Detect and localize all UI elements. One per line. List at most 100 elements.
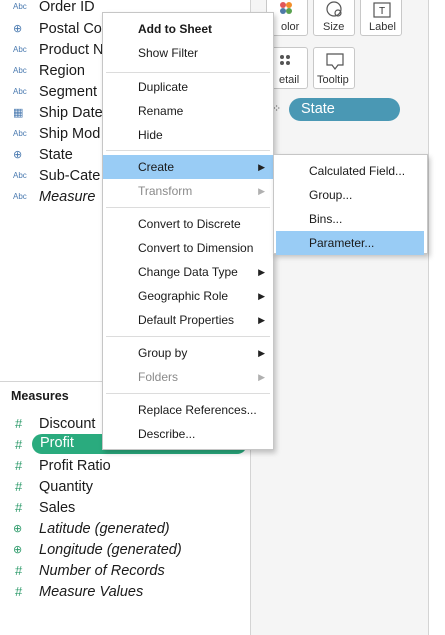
menu-replace-references[interactable]: Replace References... <box>103 398 273 422</box>
menu-transform: Transform ▶ <box>103 179 273 203</box>
tooltip-label: Tooltip <box>317 74 349 86</box>
chevron-right-icon: ▶ <box>258 186 265 196</box>
menu-convert-to-discrete[interactable]: Convert to Discrete <box>103 212 273 236</box>
menu-duplicate[interactable]: Duplicate <box>103 75 273 99</box>
detail-label: etail <box>279 74 300 86</box>
menu-change-data-type[interactable]: Change Data Type ▶ <box>103 260 273 284</box>
color-label: olor <box>281 21 300 33</box>
field-discount[interactable]: # Discount <box>0 413 95 434</box>
field-label: Quantity <box>39 478 93 495</box>
field-ship-mode[interactable]: Abc Ship Mod <box>0 123 100 144</box>
menu-add-to-sheet[interactable]: Add to Sheet <box>103 17 273 41</box>
field-product-name[interactable]: Abc Product N <box>0 39 103 60</box>
chevron-right-icon: ▶ <box>258 372 265 382</box>
hash-icon: # <box>15 584 23 599</box>
abc-icon: Abc <box>13 171 27 180</box>
field-label: Ship Date <box>39 104 103 121</box>
abc-icon: Abc <box>13 2 27 11</box>
svg-text:T: T <box>379 6 385 17</box>
chevron-right-icon: ▶ <box>258 315 265 325</box>
menu-separator <box>106 393 270 394</box>
field-label: Longitude (generated) <box>39 541 182 558</box>
globe-icon: ⊕ <box>13 544 23 556</box>
menu-default-properties[interactable]: Default Properties ▶ <box>103 308 273 332</box>
field-profit-ratio[interactable]: # Profit Ratio <box>0 455 111 476</box>
chevron-right-icon: ▶ <box>258 291 265 301</box>
field-longitude[interactable]: ⊕ Longitude (generated) <box>0 539 182 560</box>
menu-change-data-type-label: Change Data Type <box>138 265 238 279</box>
field-postal-code[interactable]: ⊕ Postal Co <box>0 18 102 39</box>
field-label: Sales <box>39 499 76 516</box>
globe-icon: ⊕ <box>13 149 23 161</box>
menu-create[interactable]: Create ▶ <box>103 155 273 179</box>
menu-separator <box>106 72 270 73</box>
field-latitude[interactable]: ⊕ Latitude (generated) <box>0 518 170 539</box>
context-menu: Add to Sheet Show Filter Duplicate Renam… <box>102 12 274 450</box>
calendar-icon: ▦ <box>13 107 24 119</box>
submenu-bins[interactable]: Bins... <box>274 207 427 231</box>
abc-icon: Abc <box>13 66 27 75</box>
globe-icon: ⊕ <box>13 23 23 35</box>
menu-geographic-role-label: Geographic Role <box>138 289 229 303</box>
field-state[interactable]: ⊕ State <box>0 144 73 165</box>
menu-separator <box>106 336 270 337</box>
field-order-id[interactable]: Abc Order ID <box>0 0 95 17</box>
submenu-parameter[interactable]: Parameter... <box>276 231 424 255</box>
field-label: Region <box>39 62 85 79</box>
field-number-of-records[interactable]: # Number of Records <box>0 560 165 581</box>
field-sub-category[interactable]: Abc Sub-Cate <box>0 165 100 186</box>
hash-icon: # <box>15 563 23 578</box>
pane-border <box>428 0 445 635</box>
menu-describe[interactable]: Describe... <box>103 422 273 446</box>
menu-default-properties-label: Default Properties <box>138 313 235 327</box>
menu-group-by-label: Group by <box>138 346 188 360</box>
field-measure-values[interactable]: # Measure Values <box>0 581 143 602</box>
menu-group-by[interactable]: Group by ▶ <box>103 341 273 365</box>
menu-convert-to-dimension[interactable]: Convert to Dimension <box>103 236 273 260</box>
state-pill[interactable]: State <box>289 98 400 121</box>
field-quantity[interactable]: # Quantity <box>0 476 93 497</box>
field-measure-names[interactable]: Abc Measure <box>0 186 95 207</box>
label-label: Label <box>369 21 396 33</box>
field-label: Discount <box>39 415 96 432</box>
size-label: Size <box>323 21 345 33</box>
chevron-right-icon: ▶ <box>258 348 265 358</box>
field-ship-date[interactable]: ▦ Ship Date <box>0 102 103 123</box>
menu-separator <box>106 207 270 208</box>
label-button[interactable]: T Label <box>360 0 402 36</box>
menu-hide[interactable]: Hide <box>103 123 273 147</box>
field-label: Sub-Cate <box>39 167 101 184</box>
marks-pane <box>250 0 445 635</box>
menu-geographic-role[interactable]: Geographic Role ▶ <box>103 284 273 308</box>
abc-icon: Abc <box>13 129 27 138</box>
field-segment[interactable]: Abc Segment <box>0 81 97 102</box>
field-label: Segment <box>39 83 98 100</box>
abc-icon: Abc <box>13 192 27 201</box>
field-label: Order ID <box>39 0 95 15</box>
size-button[interactable]: Size <box>313 0 355 36</box>
field-label: Postal Co <box>39 20 102 37</box>
field-label: Product N <box>39 41 104 58</box>
field-region[interactable]: Abc Region <box>0 60 85 81</box>
menu-rename[interactable]: Rename <box>103 99 273 123</box>
field-label: Number of Records <box>39 562 165 579</box>
measures-heading: Measures <box>11 389 69 403</box>
field-profit-icon-row: # <box>0 434 39 455</box>
menu-create-label: Create <box>138 160 175 174</box>
menu-folders-label: Folders <box>138 370 179 384</box>
field-label: Measure Values <box>39 583 144 600</box>
menu-show-filter[interactable]: Show Filter <box>103 41 273 65</box>
tooltip-icon <box>326 53 344 70</box>
hash-icon: # <box>15 479 23 494</box>
field-label: Latitude (generated) <box>39 520 170 537</box>
hash-icon: # <box>15 500 23 515</box>
submenu-group[interactable]: Group... <box>274 183 427 207</box>
tooltip-button[interactable]: Tooltip <box>313 47 355 89</box>
hash-icon: # <box>15 458 23 473</box>
field-sales[interactable]: # Sales <box>0 497 75 518</box>
abc-icon: Abc <box>13 87 27 96</box>
hash-icon: # <box>15 437 23 452</box>
field-label: State <box>39 146 73 163</box>
chevron-right-icon: ▶ <box>258 162 265 172</box>
submenu-calculated-field[interactable]: Calculated Field... <box>274 159 427 183</box>
